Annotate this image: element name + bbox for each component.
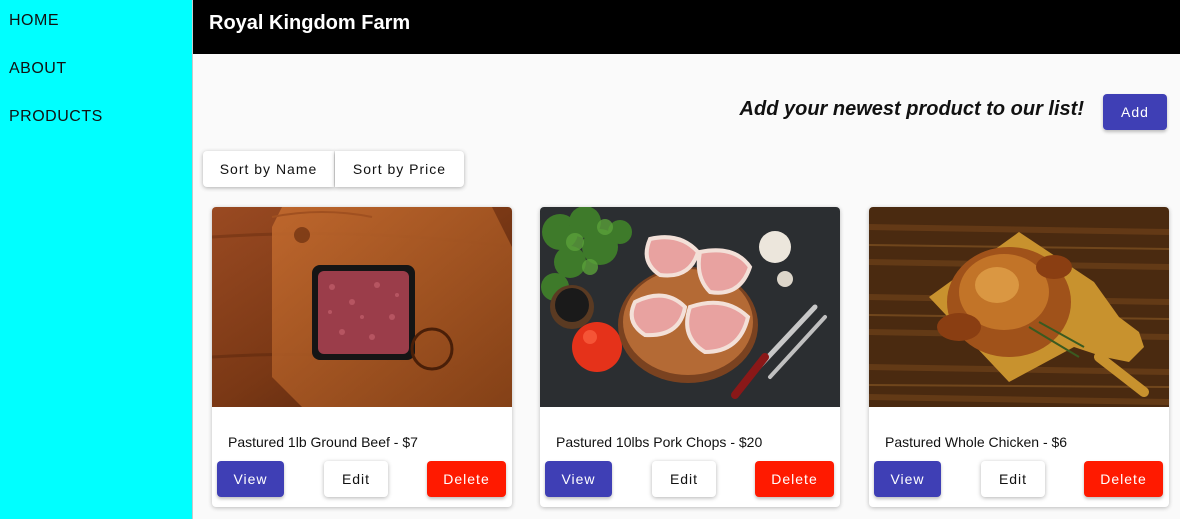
app-title: Royal Kingdom Farm [209,12,411,34]
sidebar-item-about[interactable]: ABOUT [9,60,67,78]
product-card: Pastured 10lbs Pork Chops - $20 View Edi… [540,207,840,507]
edit-button[interactable]: Edit [981,461,1045,497]
pork-chops-image [540,207,840,407]
sidebar-item-products[interactable]: PRODUCTS [9,108,103,126]
view-button[interactable]: View [545,461,612,497]
view-button[interactable]: View [874,461,941,497]
sidebar: HOME ABOUT PRODUCTS [0,0,193,519]
delete-button[interactable]: Delete [427,461,506,497]
product-card: Pastured 1lb Ground Beef - $7 View Edit … [212,207,512,507]
sidebar-item-home[interactable]: HOME [9,12,59,30]
view-button[interactable]: View [217,461,284,497]
ground-beef-image [212,207,512,407]
sort-by-name-button[interactable]: Sort by Name [203,151,334,187]
roast-chicken-image [869,207,1169,407]
product-title: Pastured 1lb Ground Beef - $7 [228,434,418,450]
product-card: Pastured Whole Chicken - $6 View Edit De… [869,207,1169,507]
product-title: Pastured 10lbs Pork Chops - $20 [556,434,763,450]
delete-button[interactable]: Delete [1084,461,1163,497]
product-title: Pastured Whole Chicken - $6 [885,434,1068,450]
delete-button[interactable]: Delete [755,461,834,497]
app-header: Royal Kingdom Farm [193,0,1180,54]
add-product-button[interactable]: Add [1103,94,1167,130]
edit-button[interactable]: Edit [324,461,388,497]
sort-by-price-button[interactable]: Sort by Price [335,151,464,187]
edit-button[interactable]: Edit [652,461,716,497]
add-product-prompt: Add your newest product to our list! [739,98,1084,120]
